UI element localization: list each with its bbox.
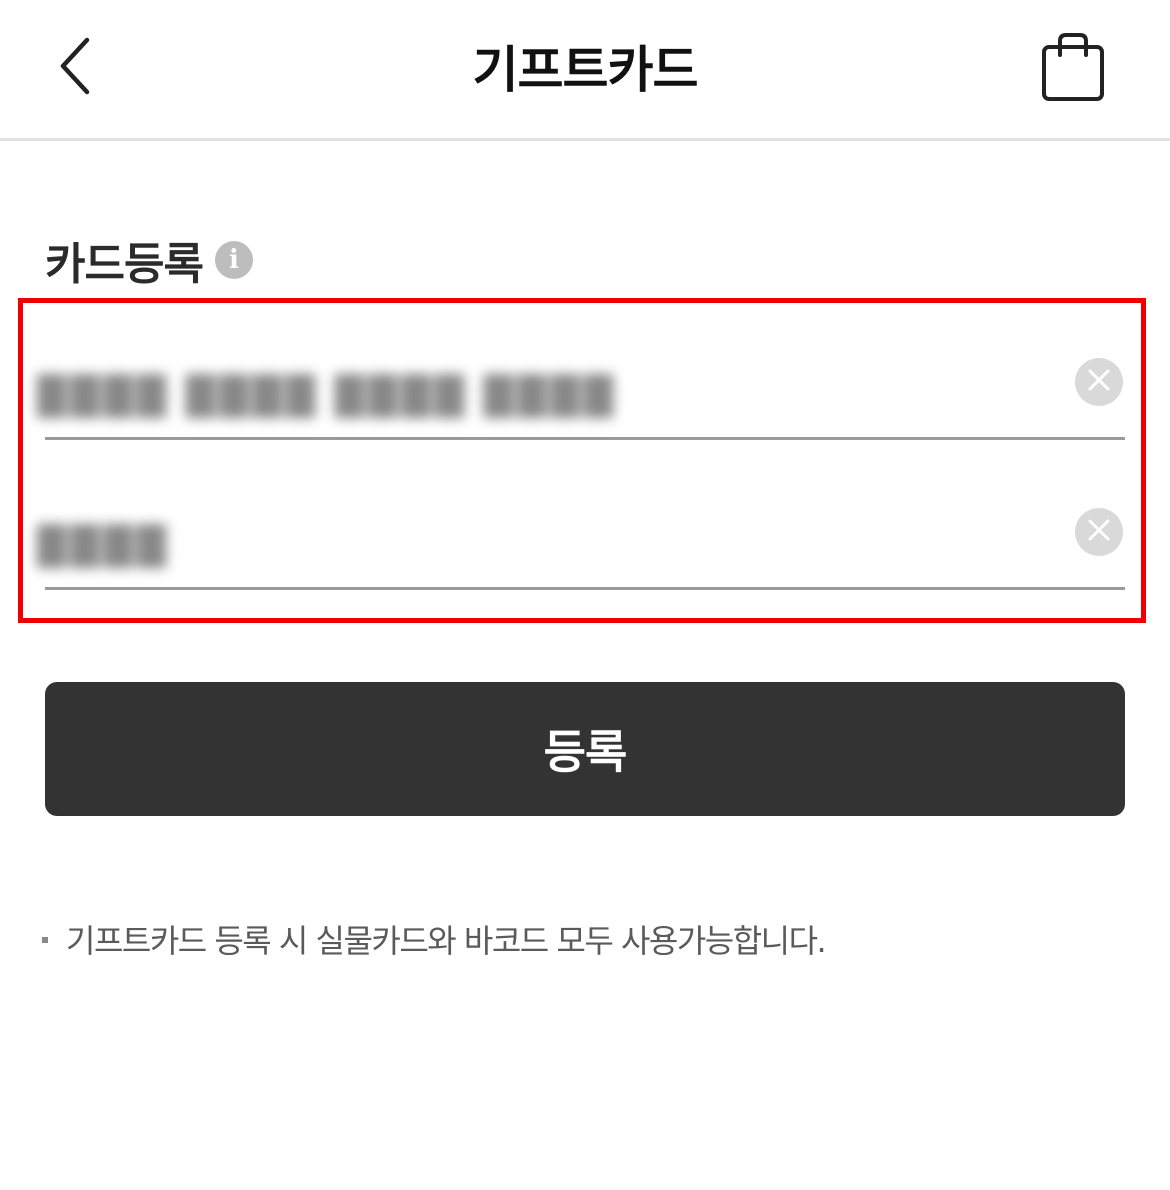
register-button[interactable]: 등록 [45,682,1125,816]
notice-text: 기프트카드 등록 시 실물카드와 바코드 모두 사용가능합니다. [66,922,827,960]
close-icon [1086,367,1112,397]
app-header: 기프트카드 [0,0,1170,141]
close-icon [1086,517,1112,547]
card-number-field [35,350,1125,440]
card-number-underline [45,437,1125,440]
pin-input[interactable] [35,510,1049,582]
pin-field [35,500,1125,590]
clear-pin-button[interactable] [1075,508,1123,556]
info-icon[interactable]: i [214,241,253,279]
shopping-bag-icon [1040,31,1106,107]
clear-card-number-button[interactable] [1075,358,1123,406]
page-title: 기프트카드 [472,41,699,99]
shopping-bag-button[interactable] [1030,26,1116,112]
card-registration-heading: 카드등록 i [45,232,253,290]
notice: 기프트카드 등록 시 실물카드와 바코드 모두 사용가능합니다. [42,916,827,962]
pin-underline [45,587,1125,590]
section-title: 카드등록 [45,239,204,290]
card-number-input[interactable] [35,360,1049,432]
bullet-icon [42,937,48,943]
